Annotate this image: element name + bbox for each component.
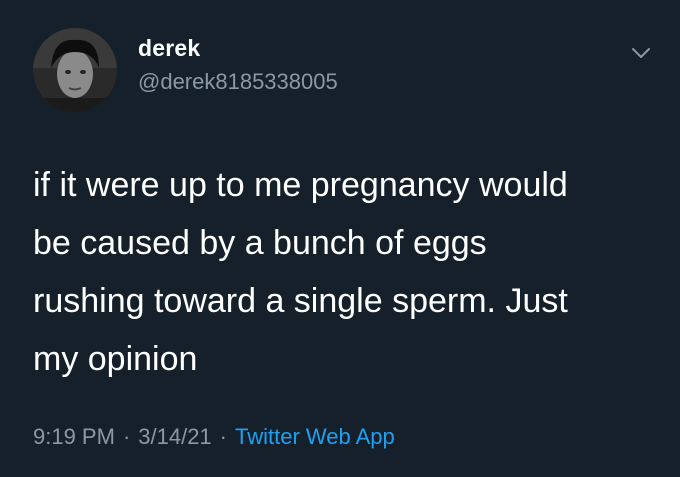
user-handle[interactable]: @derek8185338005: [138, 68, 338, 96]
tweet-date[interactable]: 3/14/21: [138, 424, 211, 449]
separator: ·: [122, 424, 131, 449]
tweet-text: if it were up to me pregnancy would be c…: [33, 166, 568, 378]
tweet-source-link[interactable]: Twitter Web App: [235, 424, 395, 449]
separator: ·: [219, 424, 227, 449]
tweet-header: derek @derek8185338005: [33, 28, 653, 118]
avatar[interactable]: [33, 28, 117, 112]
tweet-metadata: 9:19 PM · 3/14/21 · Twitter Web App: [33, 420, 395, 454]
tweet-time[interactable]: 9:19 PM: [33, 424, 115, 449]
avatar-image: [33, 28, 117, 112]
tweet-card: derek @derek8185338005 if it were up to …: [0, 0, 680, 477]
display-name[interactable]: derek: [138, 34, 338, 62]
chevron-down-icon[interactable]: [624, 36, 658, 70]
author-names: derek @derek8185338005: [138, 34, 338, 96]
